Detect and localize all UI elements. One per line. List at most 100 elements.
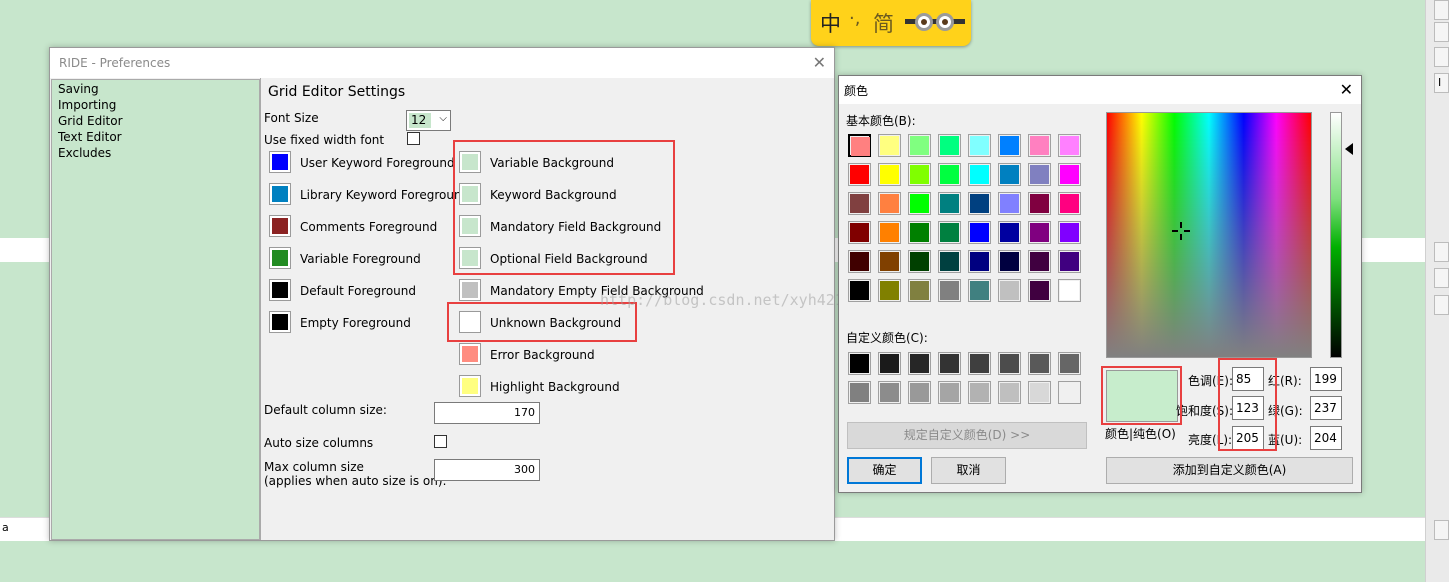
bg-swatch-highlight[interactable] xyxy=(459,375,481,397)
basic-color-21[interactable] xyxy=(998,192,1021,215)
close-icon[interactable]: ✕ xyxy=(1340,80,1353,99)
basic-color-28[interactable] xyxy=(968,221,991,244)
custom-color-13[interactable] xyxy=(998,381,1021,404)
custom-color-15[interactable] xyxy=(1058,381,1081,404)
right-panel-button-8[interactable] xyxy=(1434,520,1449,540)
basic-color-24[interactable] xyxy=(848,221,871,244)
basic-color-41[interactable] xyxy=(878,279,901,302)
font-size-select[interactable]: 12 ⌵ xyxy=(406,110,451,131)
custom-color-5[interactable] xyxy=(998,352,1021,375)
basic-color-47[interactable] xyxy=(1058,279,1081,302)
basic-color-18[interactable] xyxy=(908,192,931,215)
basic-color-44[interactable] xyxy=(968,279,991,302)
basic-color-7[interactable] xyxy=(1058,134,1081,157)
basic-color-0[interactable] xyxy=(848,134,871,157)
basic-color-33[interactable] xyxy=(878,250,901,273)
custom-color-11[interactable] xyxy=(938,381,961,404)
custom-color-8[interactable] xyxy=(848,381,871,404)
custom-color-14[interactable] xyxy=(1028,381,1051,404)
basic-color-45[interactable] xyxy=(998,279,1021,302)
basic-color-29[interactable] xyxy=(998,221,1021,244)
basic-color-30[interactable] xyxy=(1028,221,1051,244)
basic-color-5[interactable] xyxy=(998,134,1021,157)
basic-color-39[interactable] xyxy=(1058,250,1081,273)
basic-color-19[interactable] xyxy=(938,192,961,215)
right-panel-button-3[interactable] xyxy=(1434,47,1449,67)
fg-swatch-comments[interactable] xyxy=(269,215,291,237)
tree-item-excludes[interactable]: Excludes xyxy=(58,146,111,160)
custom-color-3[interactable] xyxy=(938,352,961,375)
custom-color-12[interactable] xyxy=(968,381,991,404)
basic-color-25[interactable] xyxy=(878,221,901,244)
basic-color-42[interactable] xyxy=(908,279,931,302)
basic-color-35[interactable] xyxy=(938,250,961,273)
right-panel-button-2[interactable] xyxy=(1434,22,1449,42)
custom-color-2[interactable] xyxy=(908,352,931,375)
bg-swatch-error[interactable] xyxy=(459,343,481,365)
fg-swatch-user-keyword[interactable] xyxy=(269,151,291,173)
basic-color-9[interactable] xyxy=(878,163,901,186)
basic-color-22[interactable] xyxy=(1028,192,1051,215)
basic-color-36[interactable] xyxy=(968,250,991,273)
custom-color-0[interactable] xyxy=(848,352,871,375)
basic-color-26[interactable] xyxy=(908,221,931,244)
blue-input[interactable]: 204 xyxy=(1310,426,1342,450)
right-panel-button-1[interactable] xyxy=(1434,0,1449,20)
basic-color-40[interactable] xyxy=(848,279,871,302)
fg-swatch-variable[interactable] xyxy=(269,247,291,269)
custom-color-4[interactable] xyxy=(968,352,991,375)
basic-color-38[interactable] xyxy=(1028,250,1051,273)
tree-item-saving[interactable]: Saving xyxy=(58,82,99,96)
basic-color-1[interactable] xyxy=(878,134,901,157)
ime-punctuation-mode[interactable]: ·, xyxy=(849,8,860,29)
green-input[interactable]: 237 xyxy=(1310,396,1342,420)
basic-color-12[interactable] xyxy=(968,163,991,186)
basic-color-8[interactable] xyxy=(848,163,871,186)
bg-swatch-mandatory-empty[interactable] xyxy=(459,279,481,301)
add-to-custom-colors-button[interactable]: 添加到自定义颜色(A) xyxy=(1106,457,1353,484)
tree-item-text-editor[interactable]: Text Editor xyxy=(58,130,122,144)
fg-swatch-library-keyword[interactable] xyxy=(269,183,291,205)
basic-color-10[interactable] xyxy=(908,163,931,186)
fg-swatch-empty[interactable] xyxy=(269,311,291,333)
define-custom-colors-button[interactable]: 规定自定义颜色(D) >> xyxy=(847,422,1087,449)
basic-color-14[interactable] xyxy=(1028,163,1051,186)
default-column-size-input[interactable]: 170 xyxy=(434,402,540,424)
fixed-width-checkbox[interactable] xyxy=(407,132,420,145)
slider-arrow-icon[interactable] xyxy=(1345,143,1353,155)
right-panel-button-6[interactable] xyxy=(1434,268,1449,288)
ok-button[interactable]: 确定 xyxy=(847,457,922,484)
basic-color-43[interactable] xyxy=(938,279,961,302)
ime-simplified-mode[interactable]: 简 xyxy=(873,8,894,38)
basic-color-17[interactable] xyxy=(878,192,901,215)
basic-color-32[interactable] xyxy=(848,250,871,273)
max-column-size-input[interactable]: 300 xyxy=(434,459,540,481)
tree-item-grid-editor[interactable]: Grid Editor xyxy=(58,114,123,128)
basic-color-34[interactable] xyxy=(908,250,931,273)
basic-color-23[interactable] xyxy=(1058,192,1081,215)
basic-color-20[interactable] xyxy=(968,192,991,215)
basic-color-31[interactable] xyxy=(1058,221,1081,244)
basic-color-37[interactable] xyxy=(998,250,1021,273)
basic-color-16[interactable] xyxy=(848,192,871,215)
basic-color-27[interactable] xyxy=(938,221,961,244)
basic-color-6[interactable] xyxy=(1028,134,1051,157)
basic-color-4[interactable] xyxy=(968,134,991,157)
basic-color-2[interactable] xyxy=(908,134,931,157)
close-icon[interactable]: ✕ xyxy=(813,53,826,72)
color-spectrum[interactable] xyxy=(1106,112,1312,358)
fg-swatch-default[interactable] xyxy=(269,279,291,301)
custom-color-6[interactable] xyxy=(1028,352,1051,375)
tree-item-importing[interactable]: Importing xyxy=(58,98,116,112)
right-panel-button-4[interactable]: I xyxy=(1434,73,1449,93)
basic-color-46[interactable] xyxy=(1028,279,1051,302)
luminance-slider[interactable] xyxy=(1330,112,1342,358)
ime-chinese-mode[interactable]: 中 xyxy=(820,8,841,38)
ime-toolbar[interactable]: 中 ·, 简 xyxy=(811,0,971,46)
cancel-button[interactable]: 取消 xyxy=(931,457,1006,484)
minion-goggles-icon[interactable] xyxy=(905,12,965,32)
basic-color-13[interactable] xyxy=(998,163,1021,186)
basic-color-11[interactable] xyxy=(938,163,961,186)
auto-size-checkbox[interactable] xyxy=(434,435,447,448)
red-input[interactable]: 199 xyxy=(1310,367,1342,391)
